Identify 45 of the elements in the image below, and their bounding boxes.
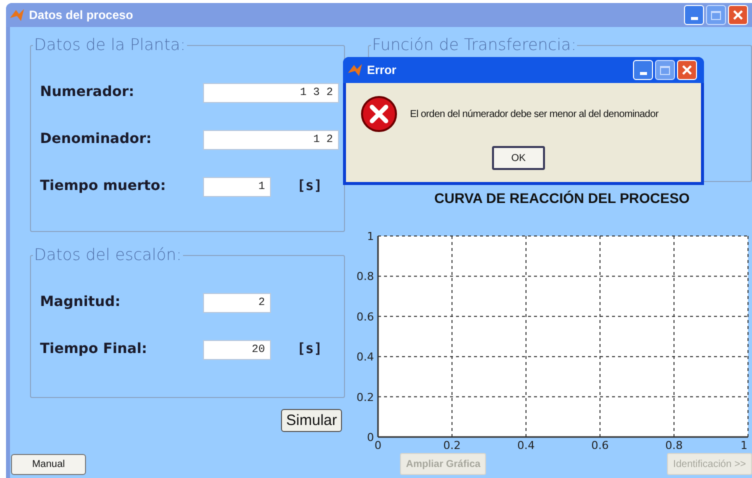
x-tick-label: 0: [374, 439, 382, 449]
minimize-button[interactable]: [684, 5, 704, 25]
x-tick-label: 1: [740, 439, 748, 449]
maximize-button[interactable]: [655, 60, 675, 80]
chart-title: CURVA DE REACCIÓN DEL PROCESO: [434, 189, 690, 208]
panel-title: Datos de la Planta:: [33, 36, 187, 54]
y-tick-label: 0.6: [356, 310, 374, 324]
y-tick-label: 0: [367, 431, 374, 444]
y-tick-label: 1: [367, 230, 374, 243]
app-logo-icon: [9, 7, 25, 23]
simulate-button[interactable]: Simular: [281, 409, 342, 432]
close-icon: [681, 64, 693, 76]
field-label: Numerador:: [40, 83, 136, 102]
unit-label: [s]: [297, 340, 322, 359]
x-tick-label: 0.6: [591, 439, 609, 449]
x-tick-label: 0.2: [443, 439, 461, 449]
input-field[interactable]: 1 2: [203, 130, 339, 150]
error-message: El orden del númerador debe ser menor al del denominador: [410, 108, 658, 122]
close-button[interactable]: [677, 60, 697, 80]
panel-title: Datos del escalón:: [33, 246, 183, 264]
manual-button[interactable]: Manual: [11, 454, 86, 475]
x-tick-label: 0.8: [665, 439, 683, 449]
panel-title: Función de Transferencia:: [371, 36, 578, 54]
input-field[interactable]: 1 3 2: [203, 82, 339, 102]
ok-button[interactable]: OK: [492, 146, 545, 170]
unit-label: [s]: [297, 177, 322, 196]
input-field[interactable]: 20: [203, 340, 271, 360]
field-label: Magnitud:: [40, 293, 122, 312]
dialog-title: Error: [367, 62, 396, 79]
field-label: Tiempo Final:: [40, 340, 148, 359]
minimize-button[interactable]: [633, 60, 653, 80]
window-title: Datos del proceso: [29, 7, 134, 24]
y-tick-label: 0.8: [356, 270, 374, 284]
field-label: Tiempo muerto:: [40, 177, 167, 196]
app-logo-icon: [347, 62, 363, 78]
input-field[interactable]: 1: [203, 176, 271, 196]
input-field[interactable]: 2: [203, 292, 271, 312]
y-tick-label: 0.4: [356, 350, 374, 364]
close-icon: [732, 9, 744, 21]
close-button[interactable]: [728, 5, 748, 25]
error-icon: [360, 95, 398, 133]
field-label: Denominador:: [40, 130, 153, 149]
x-tick-label: 0.4: [517, 439, 535, 449]
y-tick-label: 0.2: [356, 390, 374, 404]
maximize-button[interactable]: [706, 5, 726, 25]
